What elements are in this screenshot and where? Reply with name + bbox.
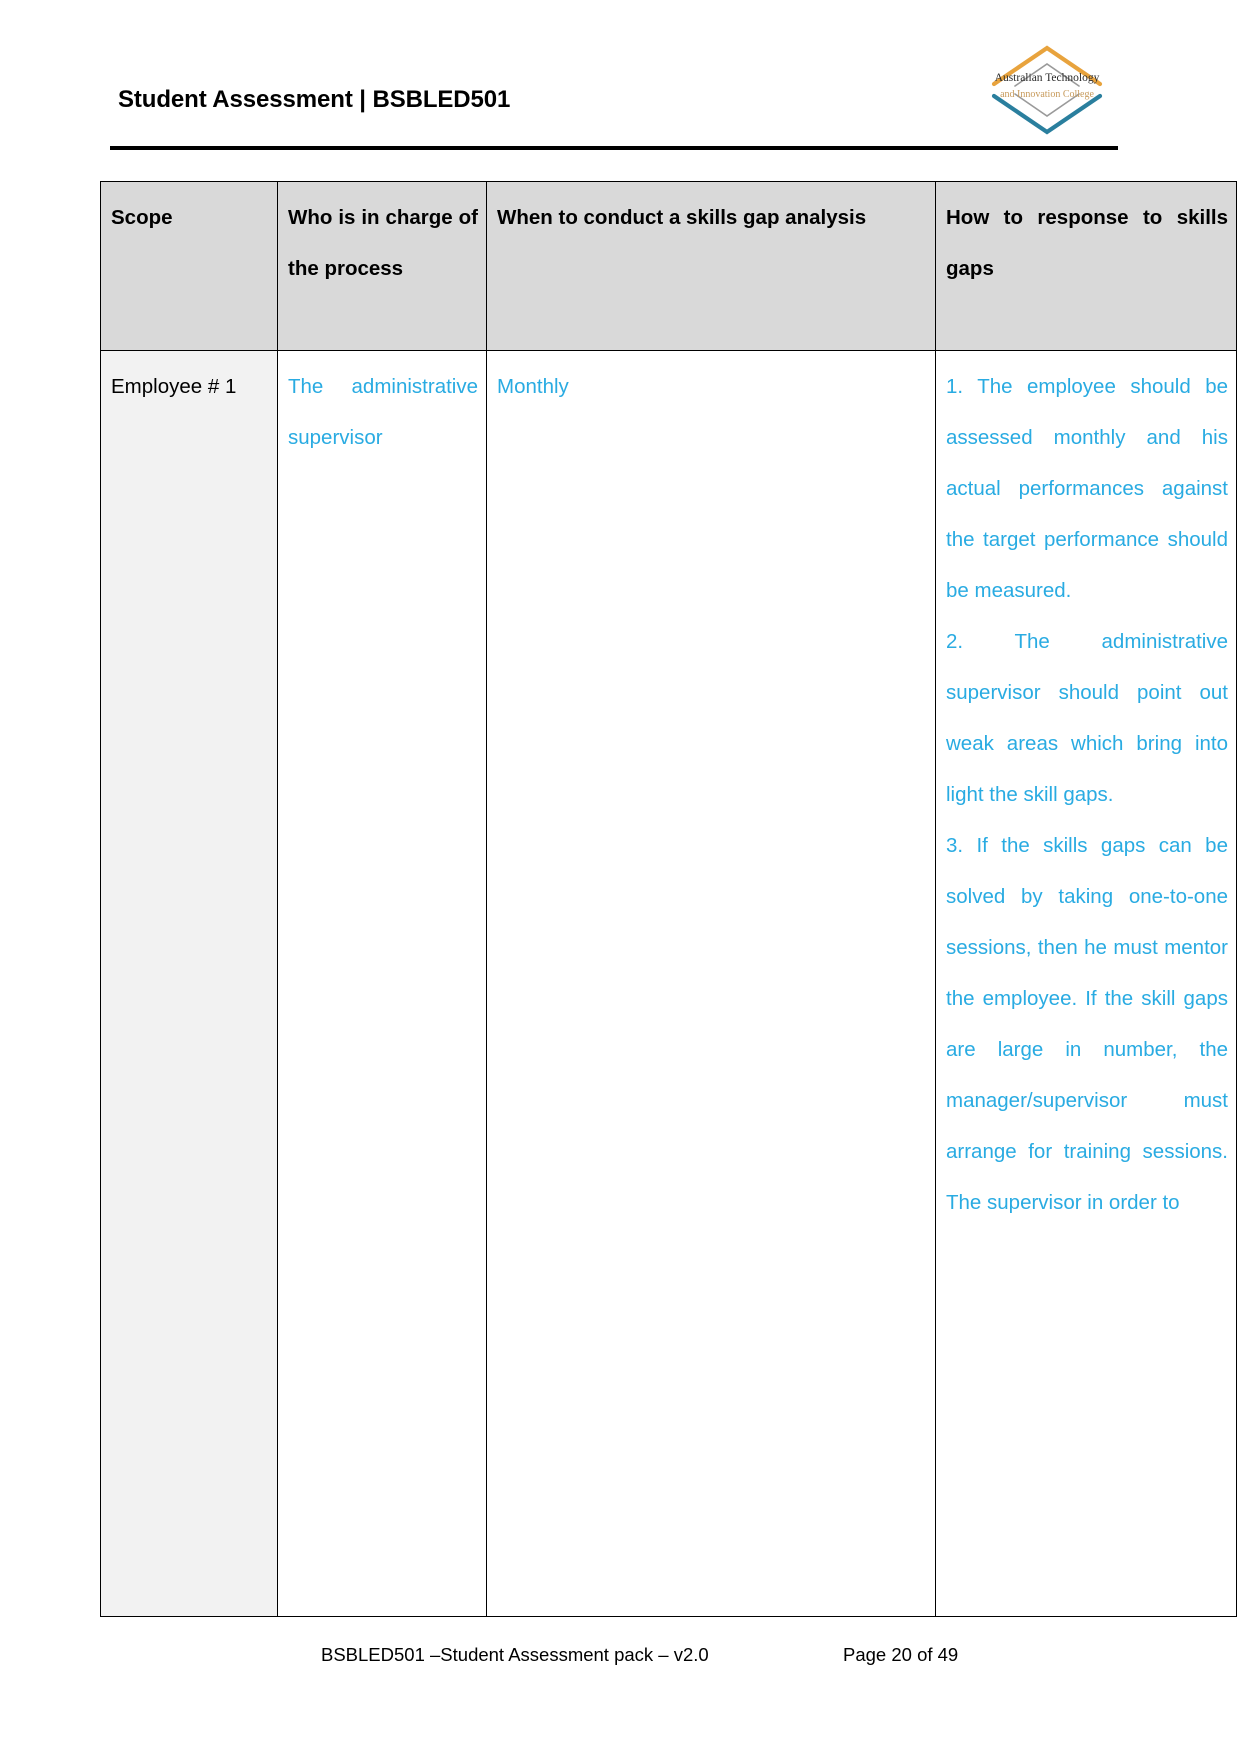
footer-page-number: Page 20 of 49: [843, 1644, 959, 1665]
table-row: Employee # 1 The administrative supervis…: [100, 350, 1237, 1617]
page-header: Student Assessment | BSBLED501 Australia…: [0, 0, 1241, 170]
page-title: Student Assessment | BSBLED501: [118, 86, 511, 113]
header-divider-rule: [110, 146, 1118, 150]
column-header-scope: Scope: [100, 181, 278, 351]
column-header-when: When to conduct a skills gap analysis: [486, 181, 936, 351]
logo-text-secondary: and Innovation College: [1000, 89, 1094, 100]
response-item-3: 3. If the skills gaps can be solved by t…: [946, 834, 1228, 1214]
logo-text-primary: Australian Technology: [994, 72, 1100, 84]
table-header-row: Scope Who is in charge of the process Wh…: [100, 181, 1237, 351]
response-item-1: 1. The employee should be assessed month…: [946, 375, 1228, 602]
document-page: Student Assessment | BSBLED501 Australia…: [0, 0, 1241, 1754]
response-item-2: 2. The administrative supervisor should …: [946, 630, 1228, 806]
cell-who-in-charge: The administrative supervisor: [277, 350, 487, 1617]
column-header-who: Who is in charge of the process: [277, 181, 487, 351]
cell-how-to-respond: 1. The employee should be assessed month…: [935, 350, 1237, 1617]
page-footer: BSBLED501 –Student Assessment pack – v2.…: [0, 1628, 1241, 1708]
cell-when-to-conduct: Monthly: [486, 350, 936, 1617]
footer-document-label: BSBLED501 –Student Assessment pack – v2.…: [321, 1644, 709, 1665]
skills-gap-table: Scope Who is in charge of the process Wh…: [100, 181, 1237, 1617]
college-logo: Australian Technology and Innovation Col…: [972, 40, 1122, 140]
column-header-how: How to response to skills gaps: [935, 181, 1237, 351]
cell-scope: Employee # 1: [100, 350, 278, 1617]
